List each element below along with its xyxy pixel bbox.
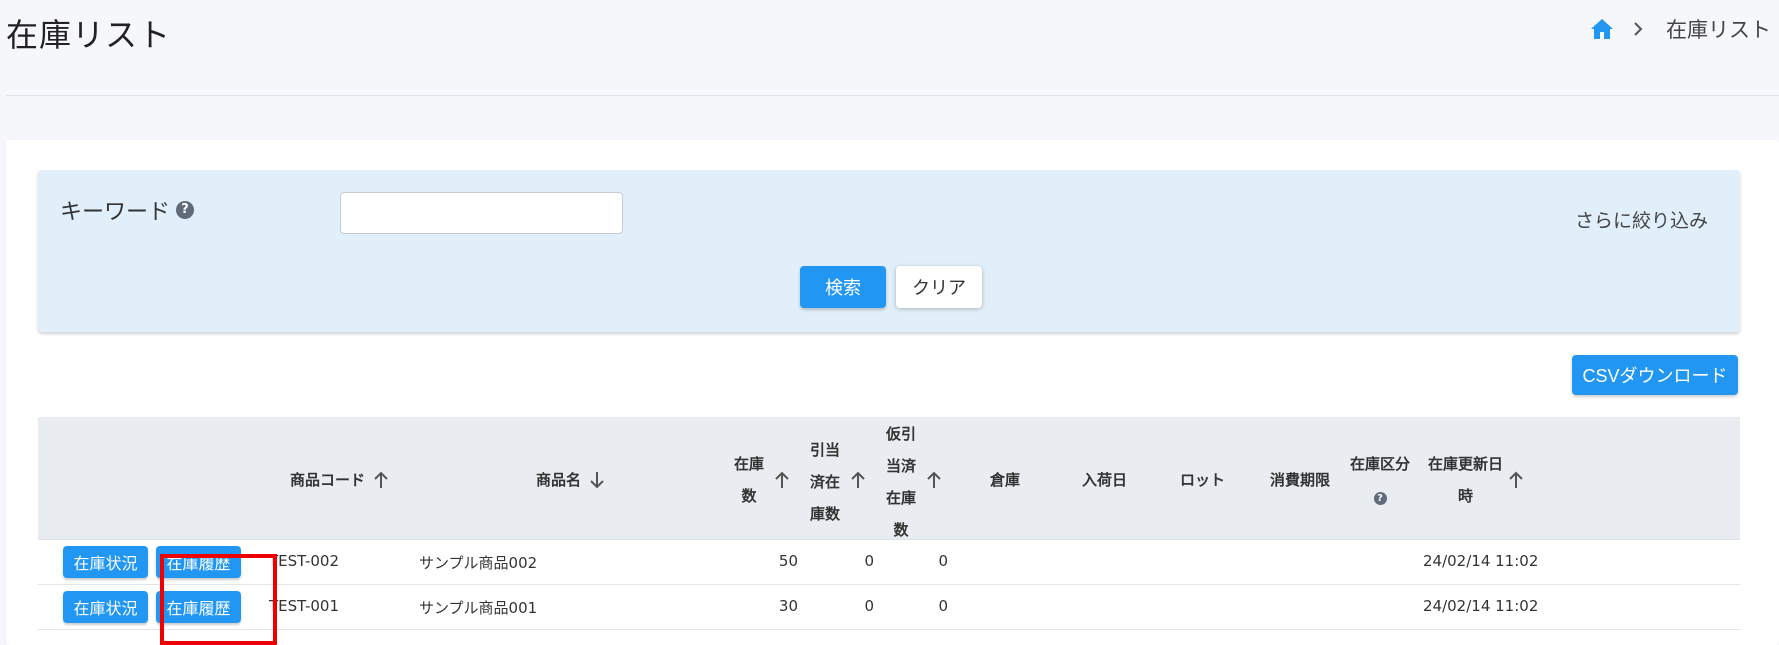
header-divider <box>6 95 1779 96</box>
arrow-down-icon[interactable] <box>589 471 605 489</box>
col-header-category: 在庫区分 ? <box>1350 448 1410 512</box>
col-header-category-label: 在庫区分 <box>1350 455 1411 473</box>
content-card: キーワード ? さらに絞り込み 検索 クリア CSVダウンロード 商品コード 商… <box>6 140 1779 645</box>
table-header: 商品コード 商品名 在庫 数 引当 済在 庫数 仮引 当済 在庫 数 倉庫 入荷… <box>38 417 1740 540</box>
search-button[interactable]: 検索 <box>800 266 886 308</box>
breadcrumb: 在庫リスト <box>1590 14 1771 44</box>
col-header-lot: ロット <box>1180 471 1226 489</box>
col-header-allocated-l2: 済在 <box>810 473 841 491</box>
cell-allocated: 0 <box>864 597 874 615</box>
breadcrumb-current: 在庫リスト <box>1666 18 1771 42</box>
keyword-input[interactable] <box>340 192 623 234</box>
table-row: 在庫状況 在庫履歴 TEST-001 サンプル商品001 30 0 0 24/0… <box>38 585 1740 630</box>
stock-status-button[interactable]: 在庫状況 <box>63 591 148 623</box>
arrow-up-icon[interactable] <box>373 471 389 489</box>
col-header-allocated-l3: 庫数 <box>810 505 841 523</box>
chevron-right-icon <box>1634 22 1643 36</box>
col-header-temp-allocated[interactable]: 仮引 当済 在庫 数 <box>886 418 916 546</box>
col-header-temp-l1: 仮引 <box>886 425 917 443</box>
arrow-up-icon[interactable] <box>850 471 866 489</box>
col-header-name-label: 商品名 <box>536 471 582 489</box>
col-header-code-label: 商品コード <box>290 471 366 489</box>
cell-temp-allocated: 0 <box>938 552 948 570</box>
col-header-temp-l2: 当済 <box>886 457 917 475</box>
page-title: 在庫リスト <box>6 16 172 54</box>
col-header-warehouse: 倉庫 <box>990 471 1021 489</box>
help-icon[interactable]: ? <box>176 201 195 219</box>
col-header-updated-l2: 時 <box>1458 487 1474 505</box>
cell-stock: 30 <box>778 597 798 615</box>
help-icon[interactable]: ? <box>1373 492 1387 505</box>
col-header-updated-l1: 在庫更新日 <box>1428 455 1504 473</box>
home-icon[interactable] <box>1590 18 1614 40</box>
csv-download-button[interactable]: CSVダウンロード <box>1572 355 1738 395</box>
col-header-arrival: 入荷日 <box>1082 471 1128 489</box>
cell-name: サンプル商品001 <box>419 599 538 617</box>
col-header-allocated-l1: 引当 <box>810 441 841 459</box>
search-panel: キーワード ? さらに絞り込み 検索 クリア <box>38 170 1740 332</box>
col-header-stock-l2: 数 <box>741 487 757 505</box>
stock-history-button[interactable]: 在庫履歴 <box>156 546 241 578</box>
cell-temp-allocated: 0 <box>938 597 948 615</box>
keyword-label-text: キーワード <box>60 200 171 225</box>
cell-name: サンプル商品002 <box>419 554 538 572</box>
col-header-stock[interactable]: 在庫 数 <box>734 448 764 512</box>
arrow-up-icon[interactable] <box>926 471 942 489</box>
stock-history-button[interactable]: 在庫履歴 <box>156 591 241 623</box>
cell-code: TEST-001 <box>269 597 339 615</box>
col-header-expiry: 消費期限 <box>1270 471 1331 489</box>
arrow-up-icon[interactable] <box>1508 471 1524 489</box>
cell-code: TEST-002 <box>269 552 339 570</box>
keyword-label: キーワード ? <box>60 194 195 226</box>
cell-updated: 24/02/14 11:02 <box>1423 552 1539 570</box>
col-header-temp-l3: 在庫 <box>886 489 917 507</box>
table-row: 在庫状況 在庫履歴 TEST-002 サンプル商品002 50 0 0 24/0… <box>38 540 1740 585</box>
col-header-allocated[interactable]: 引当 済在 庫数 <box>810 434 840 530</box>
cell-allocated: 0 <box>864 552 874 570</box>
stock-status-button[interactable]: 在庫状況 <box>63 546 148 578</box>
col-header-stock-l1: 在庫 <box>734 455 765 473</box>
cell-stock: 50 <box>778 552 798 570</box>
more-filter-link[interactable]: さらに絞り込み <box>1575 206 1708 233</box>
col-header-updated[interactable]: 在庫更新日 時 <box>1428 448 1503 512</box>
arrow-up-icon[interactable] <box>774 471 790 489</box>
col-header-name[interactable]: 商品名 <box>536 469 605 490</box>
cell-updated: 24/02/14 11:02 <box>1423 597 1539 615</box>
col-header-code[interactable]: 商品コード <box>290 469 389 490</box>
clear-button[interactable]: クリア <box>896 266 982 308</box>
